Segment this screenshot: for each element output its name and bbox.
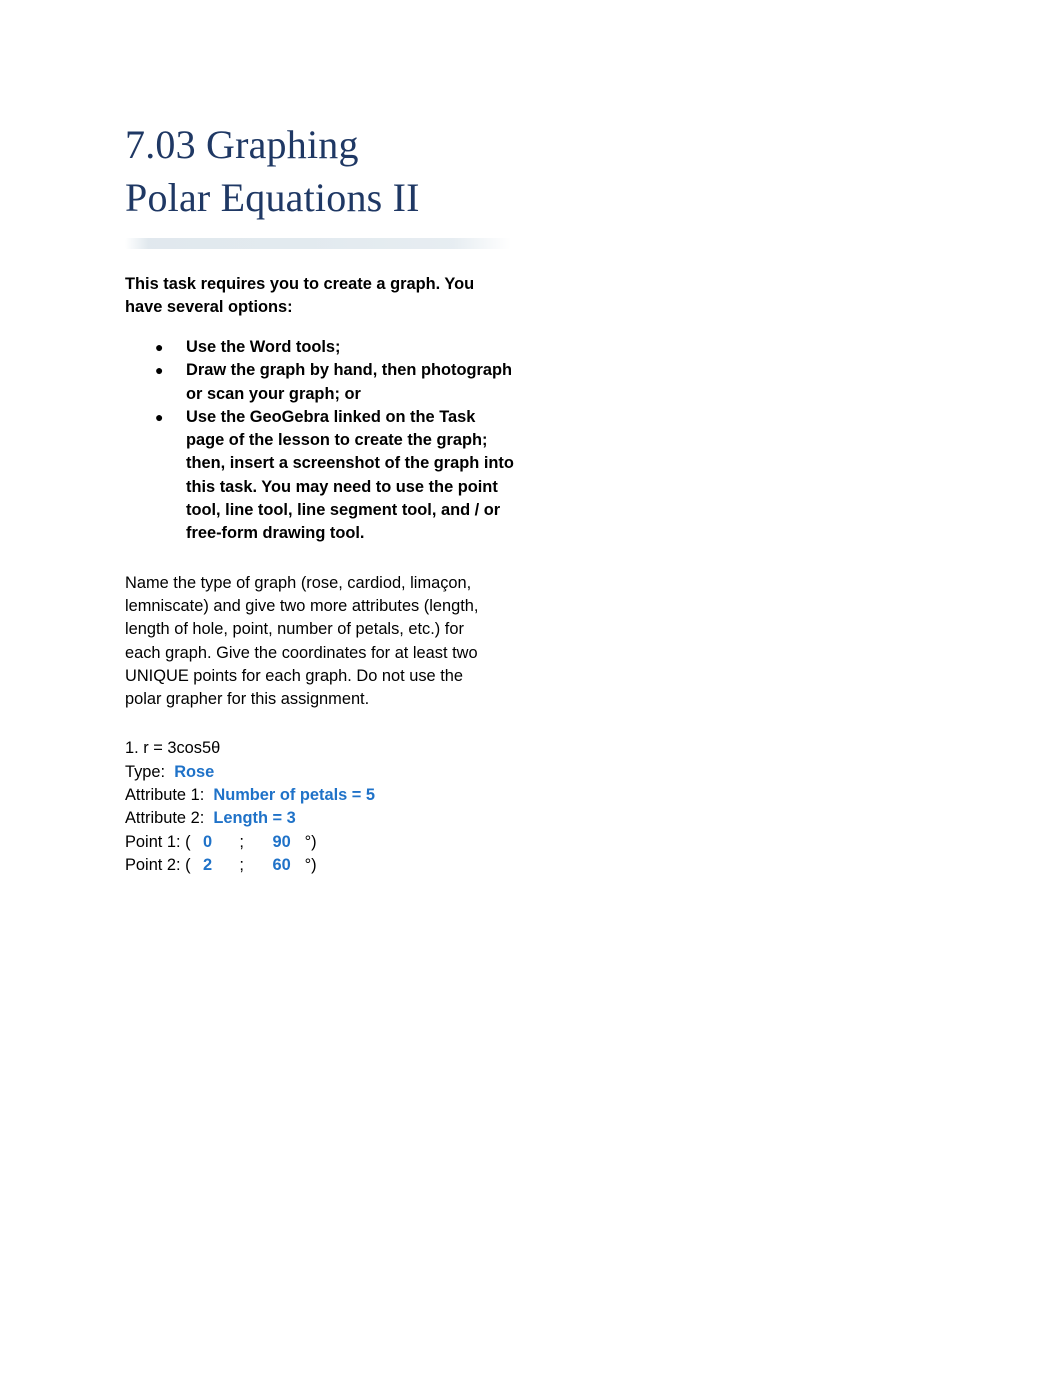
point-1-label: Point 1: ( (125, 832, 191, 851)
type-row: Type: Rose (125, 761, 515, 784)
attribute-1-value[interactable]: Number of petals = 5 (213, 786, 375, 804)
bullet-point-icon: ● (155, 408, 164, 425)
point-2-row: Point 2: (2; 60 °) (125, 854, 515, 877)
attribute-2-value[interactable]: Length = 3 (213, 809, 295, 827)
point-1-row: Point 1: (0; 90 °) (125, 831, 515, 854)
type-value[interactable]: Rose (174, 763, 214, 781)
page-title-line-2: Polar Equations II (125, 175, 420, 220)
list-item-label: Use the Word tools; (186, 337, 341, 356)
point-1-radius-value[interactable]: 0 (191, 831, 225, 854)
bullet-point-icon: ● (155, 362, 164, 379)
point-1-suffix: °) (304, 832, 317, 851)
point-2-label: Point 2: ( (125, 855, 191, 874)
list-item: ● Draw the graph by hand, then photograp… (125, 359, 515, 406)
page-title-line-1: 7.03 Graphing (125, 122, 359, 167)
attribute-2-row: Attribute 2: Length = 3 (125, 807, 515, 830)
title-divider (125, 238, 511, 249)
instructions-paragraph: Name the type of graph (rose, cardiod, l… (125, 573, 479, 709)
point-2-separator: ; (239, 855, 244, 874)
attribute-1-label: Attribute 1: (125, 786, 205, 805)
attribute-1-row: Attribute 1: Number of petals = 5 (125, 784, 515, 807)
list-item-label: Draw the graph by hand, then photograph … (186, 361, 512, 403)
point-1-separator: ; (239, 832, 244, 851)
bullet-point-icon: ● (155, 338, 164, 355)
document-body: 7.03 Graphing Polar Equations II This ta… (125, 118, 515, 877)
answer-block: 1. r = 3cos5θ Type: Rose Attribute 1: Nu… (125, 737, 515, 877)
options-list: ● Use the Word tools; ● Draw the graph b… (125, 336, 515, 546)
type-label: Type: (125, 762, 166, 781)
intro-paragraph: This task requires you to create a graph… (125, 275, 475, 317)
point-2-angle-value[interactable]: 60 (259, 854, 305, 877)
problem-equation: 1. r = 3cos5θ (125, 739, 221, 758)
list-item-label: Use the GeoGebra linked on the Task page… (186, 407, 514, 543)
point-2-suffix: °) (304, 855, 317, 874)
point-2-radius-value[interactable]: 2 (191, 854, 225, 877)
list-item: ● Use the Word tools; (125, 336, 515, 359)
attribute-2-label: Attribute 2: (125, 809, 205, 828)
list-item: ● Use the GeoGebra linked on the Task pa… (125, 406, 515, 546)
document-page: 7.03 Graphing Polar Equations II This ta… (0, 0, 1062, 1377)
page-title: 7.03 Graphing Polar Equations II (125, 118, 525, 224)
point-1-angle-value[interactable]: 90 (259, 831, 305, 854)
